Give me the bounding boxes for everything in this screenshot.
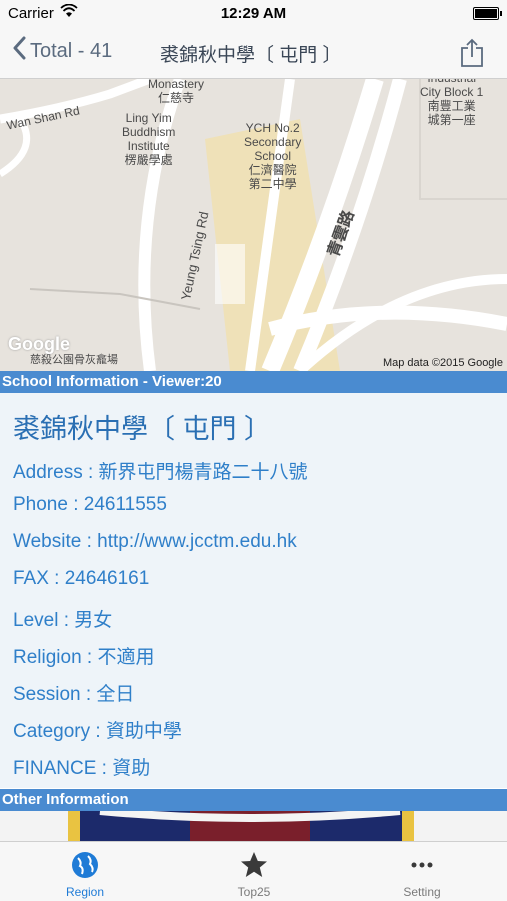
category-row: Category : 資助中學 <box>13 721 182 742</box>
globe-icon <box>70 850 100 880</box>
school-photo <box>0 811 507 841</box>
school-info-panel: 裘錦秋中學〔 屯門 〕 Address : 新界屯門楊青路二十八號 Phone … <box>0 393 507 788</box>
map-view[interactable]: Monastery 仁慈寺 Wan Shan Rd Ling Yim Buddhis… <box>0 79 507 371</box>
share-icon <box>461 38 483 67</box>
tab-top25-label: Top25 <box>237 885 271 899</box>
google-logo: Google <box>8 334 70 354</box>
level-row: Level : 男女 <box>13 610 113 631</box>
star-icon <box>239 850 269 880</box>
other-info-header: Other Information <box>0 789 507 811</box>
tab-region-label: Region <box>65 885 105 899</box>
clock: 12:29 AM <box>220 5 287 22</box>
website-row[interactable]: Website : http://www.jcctm.edu.hk <box>13 531 297 553</box>
tab-region[interactable]: Region <box>25 842 145 901</box>
status-bar: Carrier 12:29 AM <box>0 0 507 28</box>
tab-bar: Region Top25 Setting <box>0 841 507 901</box>
map-label-monastery: Monastery 仁慈寺 <box>148 79 205 105</box>
map-label-cemetery: 慈殺公園骨灰龕場 <box>30 354 118 366</box>
map-label-ych-school: YCH No.2 Secondary School 仁濟醫院 第二中學 <box>244 121 302 191</box>
fax-row: FAX : 24646161 <box>13 568 150 589</box>
tab-top25[interactable]: Top25 <box>194 842 314 901</box>
session-row: Session : 全日 <box>13 684 135 705</box>
back-button[interactable]: Total - 41 <box>12 36 112 66</box>
battery-icon <box>473 7 502 20</box>
chevron-left-icon <box>12 36 26 66</box>
religion-row: Religion : 不適用 <box>13 647 155 668</box>
finance-row: FINANCE : 資助 <box>13 758 151 779</box>
page-title: 裘錦秋中學〔 屯門 〕 <box>160 45 342 66</box>
map-label-ling-yim: Ling Yim Buddhism Institute 楞嚴學處 <box>122 111 176 167</box>
phone-row[interactable]: Phone : 24611555 <box>13 494 167 516</box>
back-label: Total - 41 <box>30 39 113 62</box>
map-attribution: Map data ©2015 Google <box>382 357 503 369</box>
tab-setting[interactable]: Setting <box>362 842 482 901</box>
address-row[interactable]: Address : 新界屯門楊青路二十八號 <box>13 457 308 484</box>
navigation-bar: Total - 41 裘錦秋中學〔 屯門 〕 <box>0 28 507 79</box>
school-name: 裘錦秋中學〔 屯門 〕 <box>13 414 272 444</box>
share-button[interactable] <box>459 38 485 68</box>
school-info-header: School Information - Viewer:20 <box>0 371 507 393</box>
more-icon <box>407 850 437 880</box>
map-label-industrial-city: IndustrialCity Block 1南豐工業城第一座 <box>420 79 484 127</box>
tab-setting-label: Setting <box>403 885 441 899</box>
